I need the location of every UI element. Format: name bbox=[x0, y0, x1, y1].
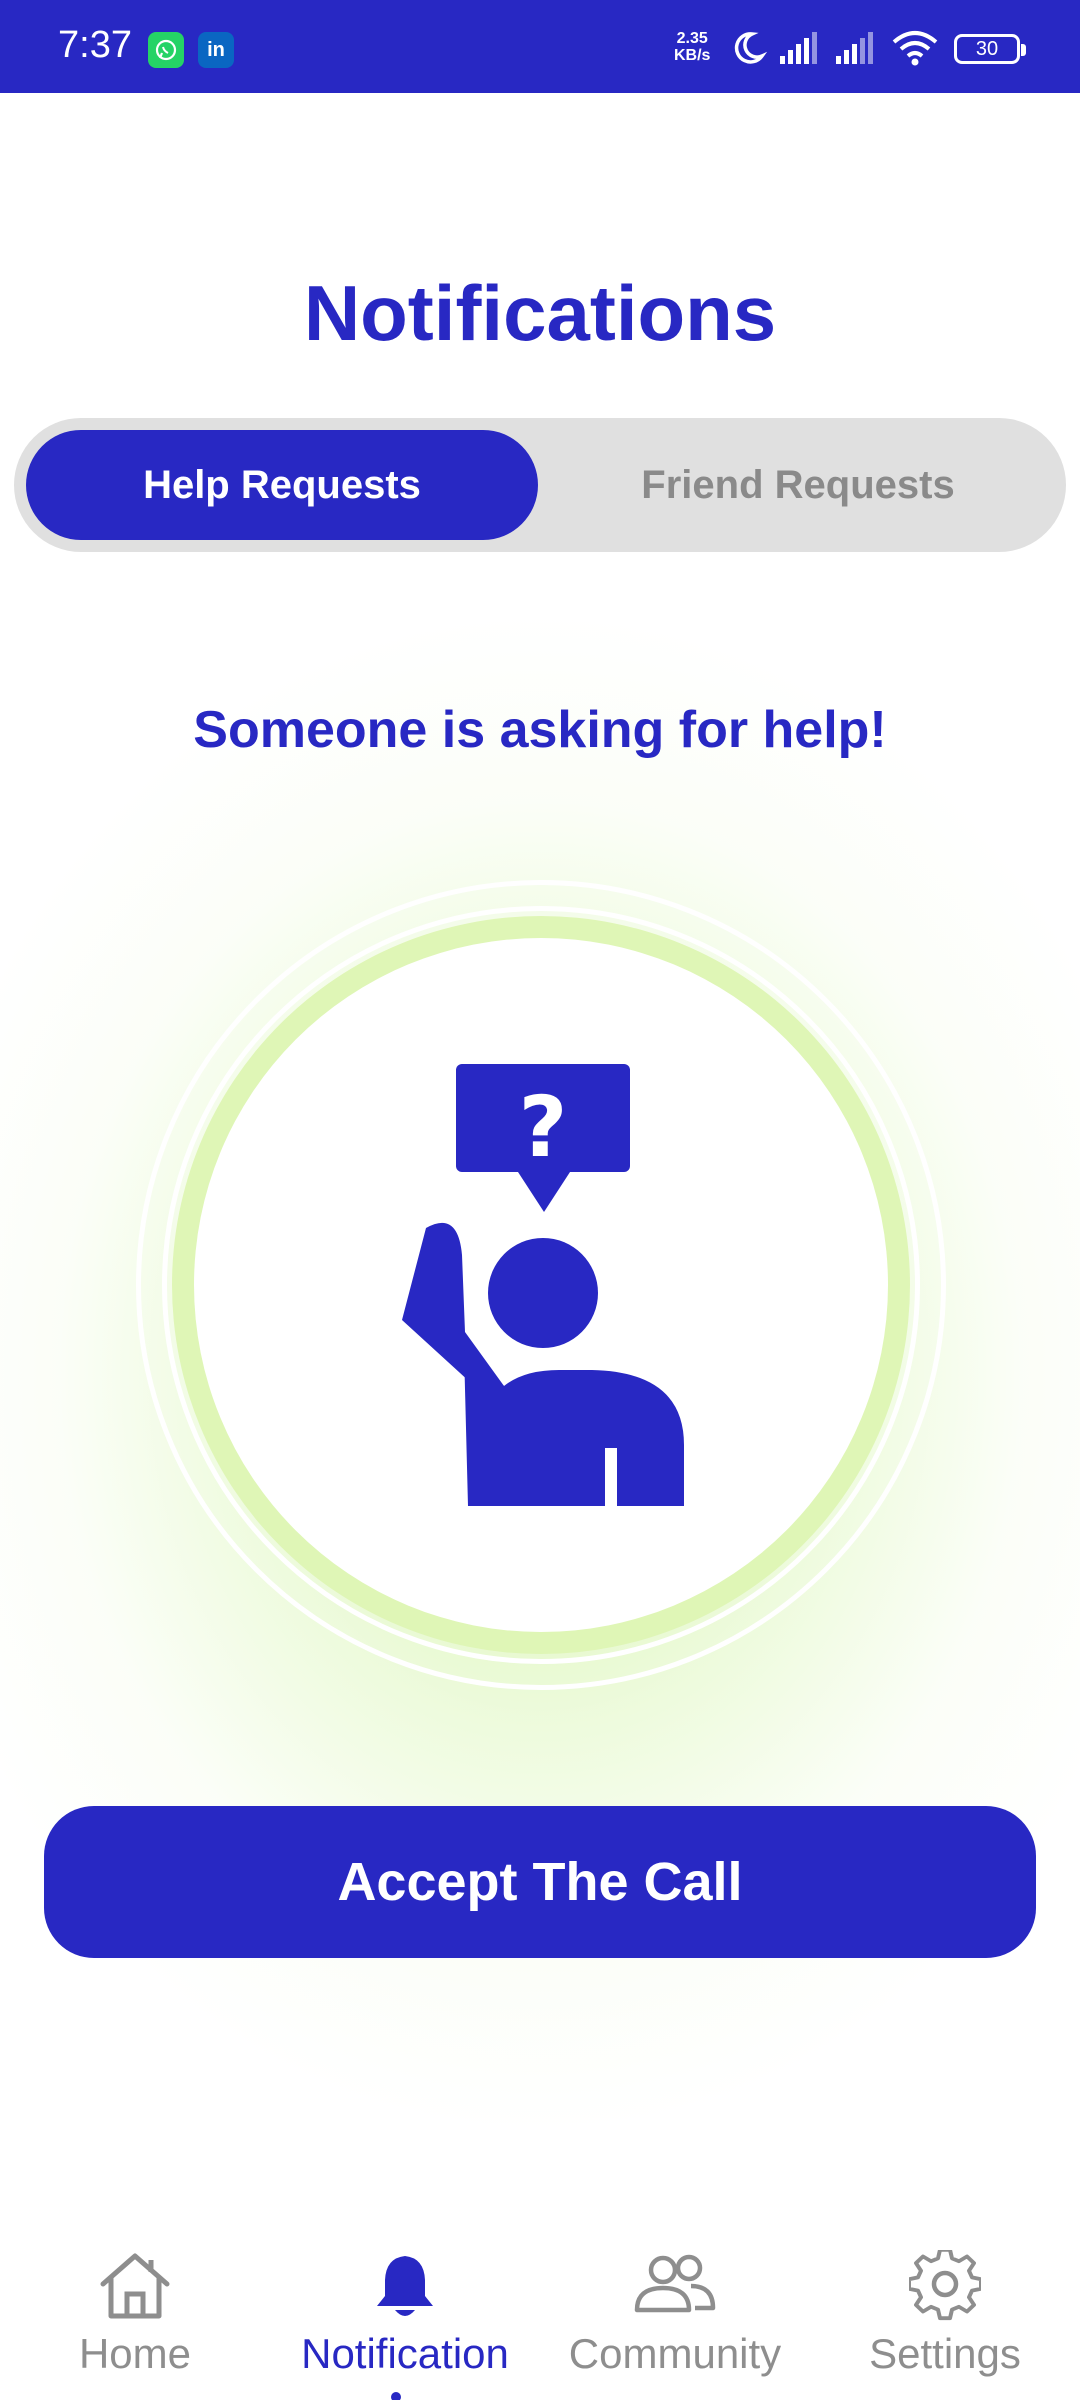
signal-icon bbox=[780, 32, 817, 64]
person-raising-hand-question-icon: ? bbox=[402, 1064, 684, 1508]
nav-label-settings: Settings bbox=[869, 2330, 1021, 2377]
network-speed-value: 2.35 bbox=[676, 30, 708, 47]
signal-icon-2 bbox=[836, 32, 873, 64]
nav-item-notification[interactable]: Notification bbox=[285, 2220, 525, 2400]
active-indicator bbox=[391, 2392, 401, 2400]
tab-help-requests[interactable]: Help Requests bbox=[26, 430, 538, 540]
wifi-icon bbox=[892, 31, 938, 66]
battery-icon: 30 bbox=[954, 34, 1026, 64]
page-title: Notifications bbox=[303, 269, 777, 357]
bottom-nav: Home Notification Community Settings bbox=[0, 2220, 1080, 2400]
home-icon bbox=[100, 2253, 170, 2319]
help-request-heading: Someone is asking for help! bbox=[193, 701, 887, 759]
nav-label-notification: Notification bbox=[301, 2330, 509, 2377]
nav-label-home: Home bbox=[78, 2330, 192, 2377]
status-bar: 7:37 in 2.35 KB/s 30 bbox=[0, 0, 1080, 93]
request-tabs: Help Requests Friend Requests bbox=[14, 418, 1066, 552]
nav-item-home[interactable]: Home bbox=[15, 2220, 255, 2400]
nav-item-settings[interactable]: Settings bbox=[825, 2220, 1065, 2400]
status-time: 7:37 bbox=[58, 24, 132, 66]
svg-text:?: ? bbox=[519, 1078, 568, 1176]
network-speed: 2.35 KB/s bbox=[674, 30, 710, 64]
bell-icon bbox=[377, 2256, 433, 2316]
network-speed-unit: KB/s bbox=[674, 47, 711, 64]
gear-icon bbox=[909, 2250, 981, 2321]
whatsapp-icon bbox=[148, 32, 184, 68]
moon-icon bbox=[734, 32, 768, 64]
linkedin-icon: in bbox=[198, 32, 234, 68]
tab-friend-requests[interactable]: Friend Requests bbox=[542, 430, 1054, 540]
people-icon bbox=[634, 2254, 716, 2313]
nav-label-community: Community bbox=[568, 2330, 782, 2377]
accept-call-button[interactable]: Accept The Call bbox=[44, 1806, 1036, 1958]
nav-item-community[interactable]: Community bbox=[555, 2220, 795, 2400]
